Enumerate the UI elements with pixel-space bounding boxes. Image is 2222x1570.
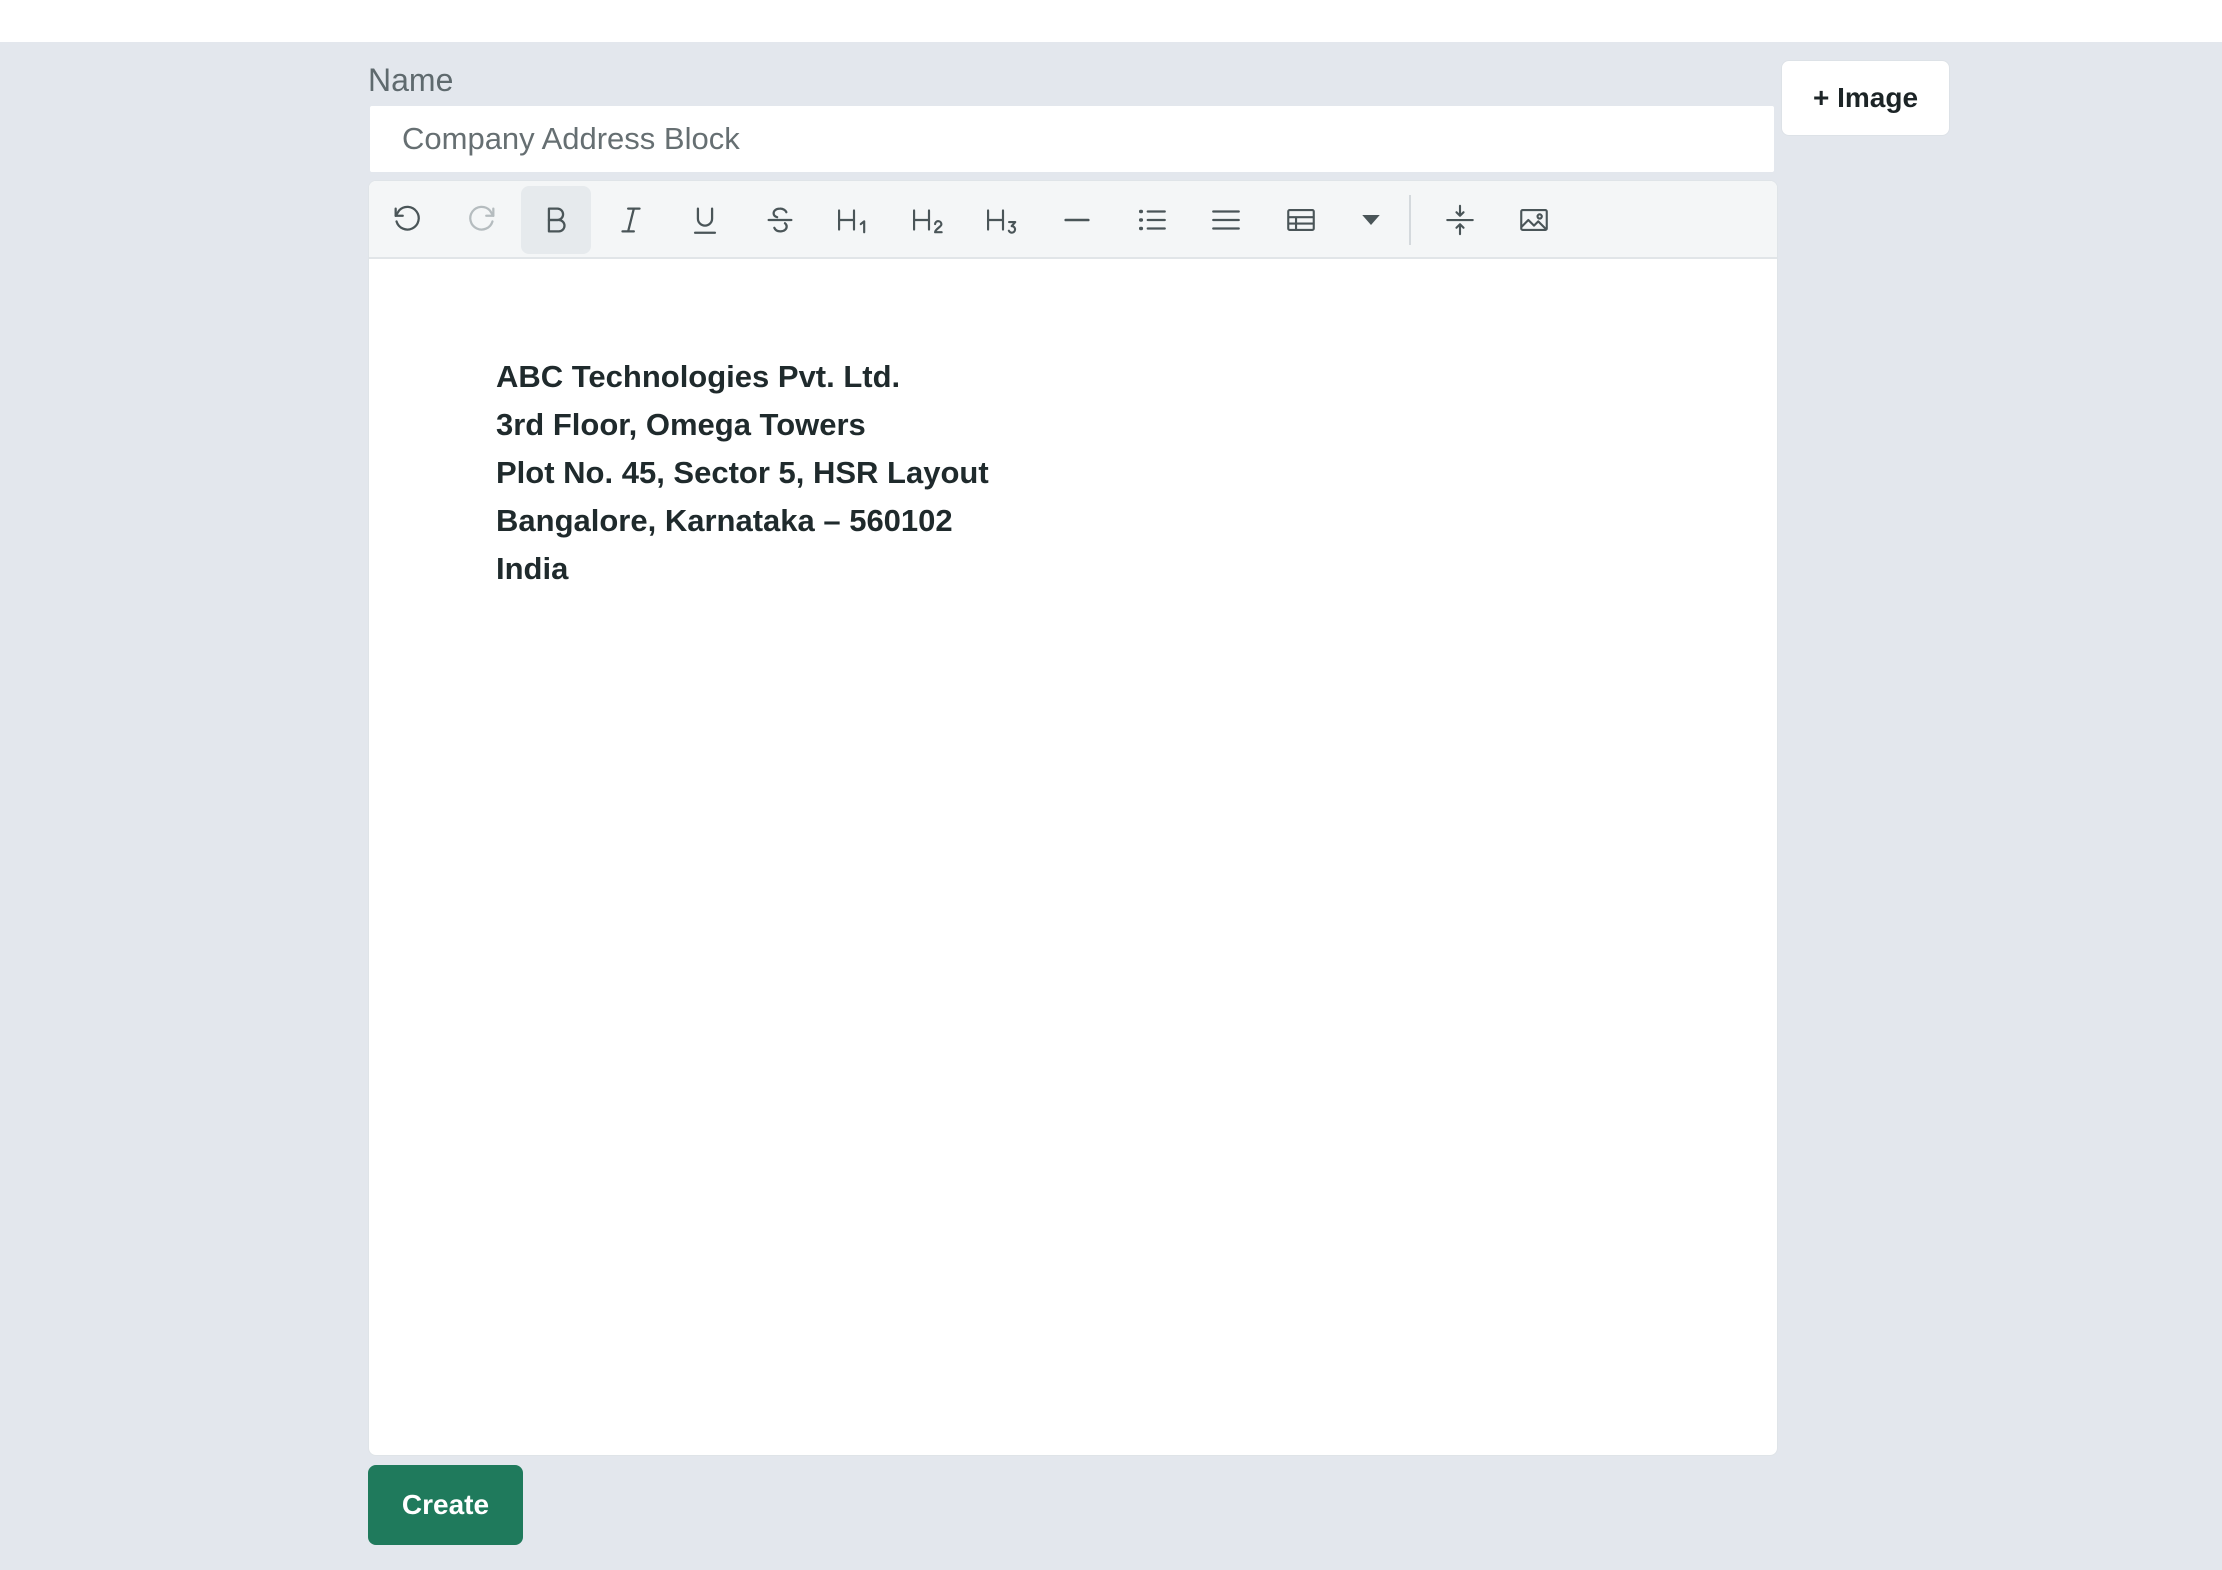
table-button[interactable] bbox=[1266, 186, 1336, 254]
editor-toolbar bbox=[369, 181, 1777, 259]
address-line: Bangalore, Karnataka – 560102 bbox=[496, 503, 953, 538]
heading-3-button[interactable] bbox=[968, 186, 1038, 254]
align-icon bbox=[1212, 210, 1240, 230]
insert-image-button[interactable] bbox=[1499, 186, 1569, 254]
name-label: Name bbox=[368, 62, 454, 98]
table-options-button[interactable] bbox=[1336, 186, 1406, 254]
underline-button[interactable] bbox=[670, 186, 740, 254]
address-line: 3rd Floor, Omega Towers bbox=[496, 407, 866, 442]
editor-content[interactable]: ABC Technologies Pvt. Ltd. 3rd Floor, Om… bbox=[496, 353, 989, 593]
add-image-button[interactable]: + Image bbox=[1781, 60, 1950, 136]
italic-button[interactable] bbox=[596, 186, 666, 254]
redo-icon bbox=[469, 205, 495, 231]
heading-2-button[interactable] bbox=[894, 186, 964, 254]
create-button[interactable]: Create bbox=[368, 1465, 523, 1545]
align-button[interactable] bbox=[1191, 186, 1261, 254]
heading-1-icon bbox=[837, 209, 866, 234]
address-line: India bbox=[496, 551, 569, 586]
italic-icon bbox=[621, 207, 641, 233]
caret-down-icon bbox=[1362, 215, 1380, 225]
bold-button[interactable] bbox=[521, 186, 591, 254]
heading-2-icon bbox=[912, 209, 943, 234]
undo-button[interactable] bbox=[372, 186, 442, 254]
bullet-list-icon bbox=[1138, 209, 1166, 231]
top-bar bbox=[0, 0, 2222, 42]
redo-button[interactable] bbox=[447, 186, 517, 254]
underline-icon bbox=[693, 207, 717, 234]
image-icon bbox=[1520, 209, 1548, 231]
address-line: ABC Technologies Pvt. Ltd. bbox=[496, 359, 901, 394]
page-break-icon bbox=[1446, 204, 1474, 236]
bullet-list-button[interactable] bbox=[1117, 186, 1187, 254]
toolbar-separator bbox=[1409, 195, 1411, 245]
strikethrough-icon bbox=[767, 207, 793, 233]
undo-icon bbox=[394, 205, 420, 231]
heading-1-button[interactable] bbox=[819, 186, 889, 254]
name-input[interactable] bbox=[368, 104, 1776, 174]
heading-3-icon bbox=[986, 209, 1017, 234]
rich-text-editor: ABC Technologies Pvt. Ltd. 3rd Floor, Om… bbox=[368, 180, 1778, 1456]
strikethrough-button[interactable] bbox=[745, 186, 815, 254]
page-break-button[interactable] bbox=[1425, 186, 1495, 254]
horizontal-rule-icon bbox=[1064, 218, 1090, 222]
horizontal-rule-button[interactable] bbox=[1042, 186, 1112, 254]
address-line: Plot No. 45, Sector 5, HSR Layout bbox=[496, 455, 989, 490]
table-icon bbox=[1287, 209, 1315, 231]
bold-icon bbox=[547, 207, 566, 233]
